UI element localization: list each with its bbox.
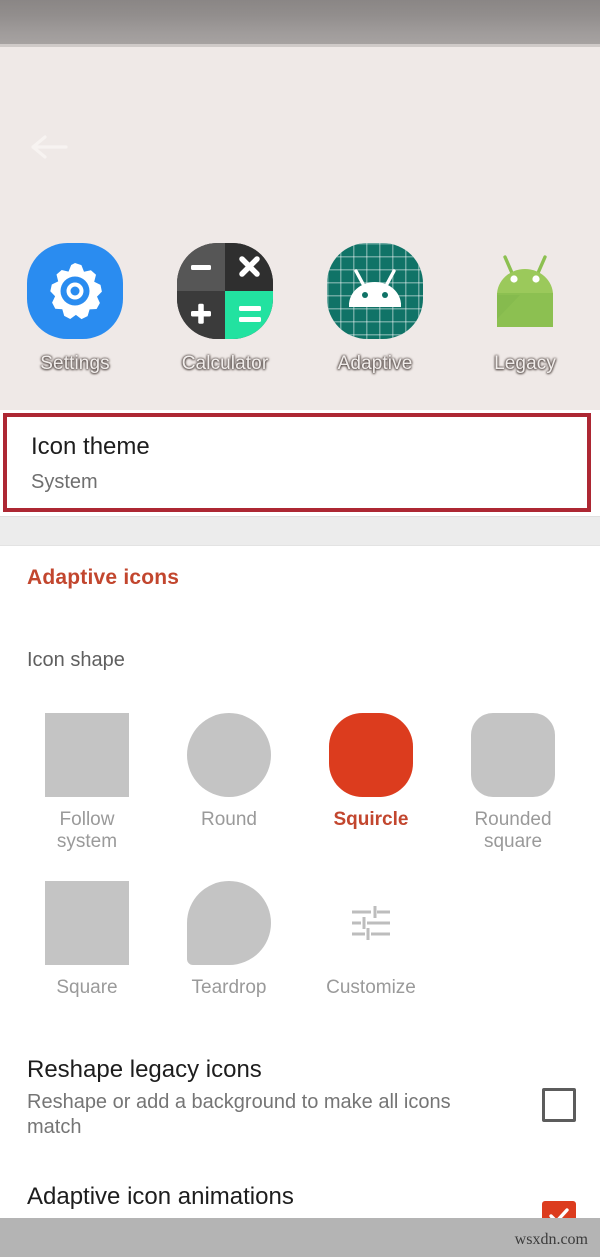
circle-shape-icon bbox=[187, 713, 271, 797]
square-shape-icon bbox=[45, 713, 129, 797]
preview-app-adaptive[interactable]: Adaptive bbox=[300, 243, 450, 375]
app-screen: Settings Calculator Adaptive Legacy Icon… bbox=[0, 0, 600, 1257]
shape-option-squircle[interactable]: Squircle bbox=[300, 713, 442, 853]
shape-option-round[interactable]: Round bbox=[158, 713, 300, 853]
icon-theme-value: System bbox=[31, 471, 98, 493]
back-button[interactable] bbox=[28, 125, 72, 169]
status-bar bbox=[0, 0, 600, 44]
back-arrow-icon bbox=[30, 132, 70, 162]
android-robot-icon bbox=[477, 243, 573, 339]
shape-option-label: Square bbox=[56, 977, 118, 999]
shape-option-label: Squircle bbox=[333, 809, 409, 830]
preview-app-label: Adaptive bbox=[337, 353, 413, 374]
preview-app-label: Calculator bbox=[181, 353, 269, 374]
checkbox-reshape-legacy-icons[interactable] bbox=[542, 1088, 576, 1122]
shape-option-label: Round bbox=[201, 809, 257, 830]
shape-option-rounded-square[interactable]: Rounded square bbox=[442, 713, 584, 853]
icon-shape-grid: Follow system Round Squircle Rounded squ… bbox=[0, 713, 600, 999]
pref-title: Adaptive icon animations bbox=[27, 1183, 294, 1210]
settings-gear-icon bbox=[27, 243, 123, 339]
icon-theme-row[interactable]: Icon theme System bbox=[3, 413, 591, 512]
preview-app-settings[interactable]: Settings bbox=[0, 243, 150, 375]
teardrop-shape-icon bbox=[187, 881, 271, 966]
shape-option-label: Follow system bbox=[56, 809, 118, 853]
watermark-bar bbox=[0, 1218, 600, 1257]
rounded-square-shape-icon bbox=[471, 713, 555, 797]
watermark-text: wsxdn.com bbox=[514, 1231, 588, 1248]
icon-shape-label: Icon shape bbox=[27, 649, 125, 671]
shape-option-follow-system[interactable]: Follow system bbox=[16, 713, 158, 853]
preview-app-label: Settings bbox=[40, 353, 110, 374]
preview-app-row: Settings Calculator Adaptive Legacy bbox=[0, 243, 600, 375]
icon-preview-area: Settings Calculator Adaptive Legacy bbox=[0, 47, 600, 410]
calculator-icon bbox=[177, 243, 273, 339]
section-divider bbox=[0, 516, 600, 546]
tune-sliders-icon bbox=[329, 881, 413, 965]
pref-subtitle: Reshape or add a background to make all … bbox=[27, 1091, 451, 1138]
shape-option-teardrop[interactable]: Teardrop bbox=[158, 881, 300, 999]
shape-option-customize[interactable]: Customize bbox=[300, 881, 442, 999]
icon-shape-row-1: Follow system Round Squircle Rounded squ… bbox=[0, 713, 600, 853]
pref-title: Reshape legacy icons bbox=[27, 1056, 262, 1083]
adaptive-icons-header: Adaptive icons bbox=[27, 566, 180, 589]
preview-app-calculator[interactable]: Calculator bbox=[150, 243, 300, 375]
shape-option-label: Teardrop bbox=[191, 977, 267, 999]
shape-option-label: Rounded square bbox=[474, 809, 552, 853]
shape-option-square[interactable]: Square bbox=[16, 881, 158, 999]
android-head-grid-icon bbox=[327, 243, 423, 339]
squircle-shape-icon bbox=[329, 713, 413, 797]
square-shape-icon bbox=[45, 881, 129, 966]
icon-theme-title: Icon theme bbox=[31, 433, 150, 460]
pref-text: Reshape legacy icons Reshape or add a ba… bbox=[27, 1056, 467, 1139]
icon-shape-row-2: Square Teardrop Customize bbox=[0, 881, 600, 999]
preview-app-legacy[interactable]: Legacy bbox=[450, 243, 600, 375]
shape-option-label: Customize bbox=[326, 977, 416, 999]
preview-app-label: Legacy bbox=[494, 353, 556, 374]
